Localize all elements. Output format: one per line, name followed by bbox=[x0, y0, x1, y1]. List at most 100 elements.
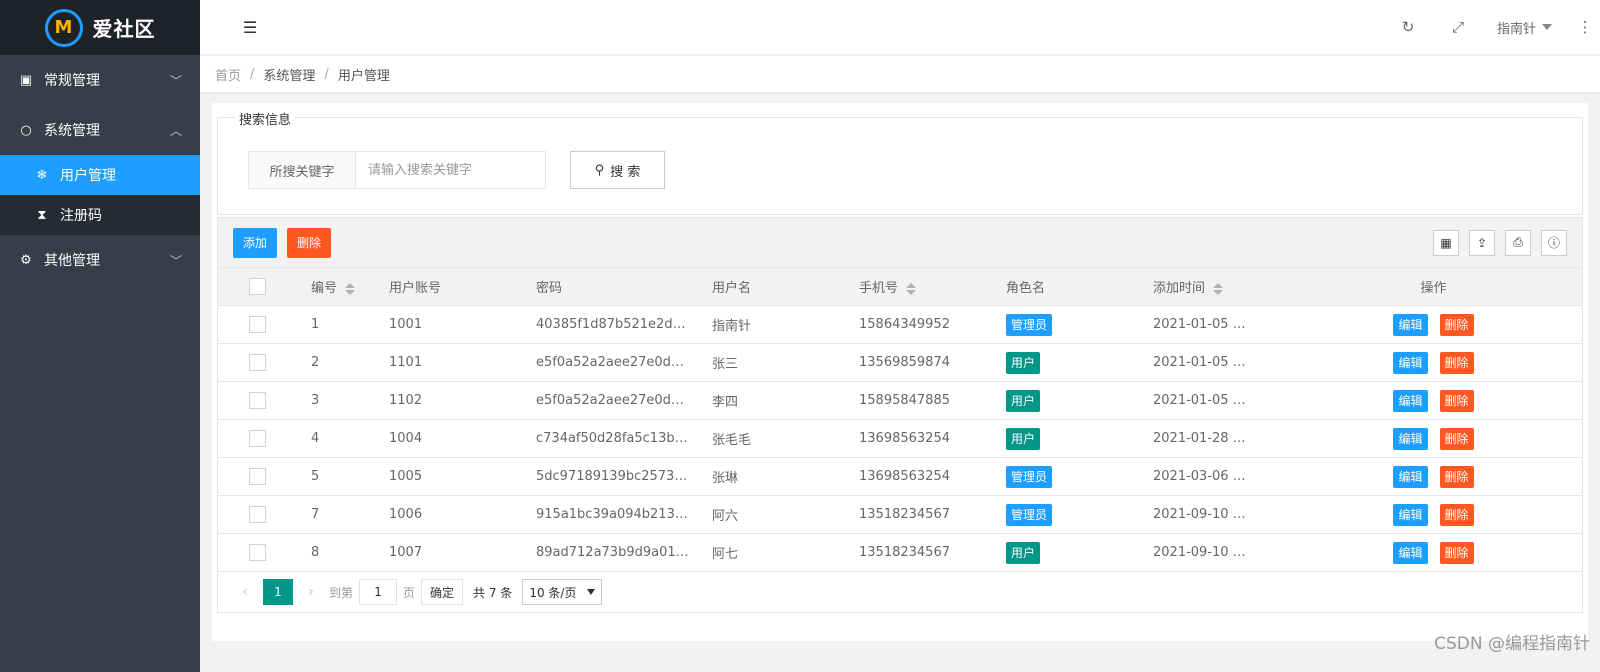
cell-time: 2021-01-28 … bbox=[1153, 431, 1246, 446]
fullscreen-icon[interactable]: ⤢ bbox=[1433, 18, 1483, 36]
batch-delete-button[interactable]: 删除 bbox=[287, 227, 332, 258]
edit-button[interactable]: 编辑 bbox=[1393, 503, 1428, 526]
role-badge: 用户 bbox=[1006, 389, 1041, 412]
cell-id: 1 bbox=[311, 317, 320, 332]
breadcrumb-separator: / bbox=[324, 66, 329, 82]
edit-button[interactable]: 编辑 bbox=[1393, 427, 1428, 450]
column-header-id[interactable]: 编号 bbox=[296, 277, 374, 296]
sort-icon[interactable] bbox=[1213, 282, 1224, 295]
column-header-account: 用户账号 bbox=[389, 281, 442, 296]
page-size-select[interactable]: 10 条/页 bbox=[522, 579, 603, 605]
goto-suffix: 页 bbox=[403, 585, 416, 600]
sidebar-item-registration-code[interactable]: ⧗ 注册码 bbox=[0, 195, 200, 235]
chevron-up-icon: ︿ bbox=[169, 123, 182, 138]
edit-button[interactable]: 编辑 bbox=[1393, 351, 1428, 374]
column-header-phone[interactable]: 手机号 bbox=[844, 277, 991, 296]
sidebar-group-label: 系统管理 bbox=[44, 123, 100, 139]
delete-button[interactable]: 删除 bbox=[1439, 465, 1474, 488]
prev-page-icon[interactable]: ‹ bbox=[233, 584, 257, 600]
delete-button[interactable]: 删除 bbox=[1439, 541, 1474, 564]
sort-icon[interactable] bbox=[906, 282, 917, 295]
print-icon[interactable]: ⎙ bbox=[1505, 229, 1531, 256]
breadcrumb-separator: / bbox=[250, 66, 255, 82]
cell-name: 张三 bbox=[712, 357, 739, 372]
sidebar-group-general[interactable]: ▣ 常规管理 ﹀ bbox=[0, 55, 200, 105]
cell-name: 指南针 bbox=[712, 319, 752, 334]
select-all-checkbox[interactable] bbox=[248, 278, 266, 295]
edit-button[interactable]: 编辑 bbox=[1393, 389, 1428, 412]
watermark: CSDN @编程指南针 bbox=[1434, 634, 1590, 654]
row-checkbox[interactable] bbox=[248, 430, 266, 447]
export-icon[interactable]: ⇪ bbox=[1469, 229, 1495, 256]
delete-button[interactable]: 删除 bbox=[1439, 351, 1474, 374]
delete-button[interactable]: 删除 bbox=[1439, 389, 1474, 412]
cell-time: 2021-01-05 … bbox=[1153, 355, 1246, 370]
pagination: ‹ 1 › 到第 1 页 确定 共 7 条 10 条/页 bbox=[218, 572, 1582, 612]
search-button[interactable]: ⚲ 搜 索 bbox=[570, 151, 665, 189]
cell-id: 8 bbox=[311, 545, 320, 560]
current-page[interactable]: 1 bbox=[263, 579, 293, 605]
cell-id: 3 bbox=[311, 393, 320, 408]
user-menu[interactable]: 指南针 bbox=[1483, 18, 1570, 37]
row-checkbox[interactable] bbox=[248, 316, 266, 333]
row-checkbox[interactable] bbox=[248, 544, 266, 561]
app-title: 爱社区 bbox=[92, 17, 156, 41]
cell-phone: 13698563254 bbox=[859, 431, 950, 446]
search-button-label: 搜 索 bbox=[610, 164, 641, 180]
cell-time: 2021-09-10 … bbox=[1153, 545, 1246, 560]
cell-phone: 13518234567 bbox=[859, 545, 950, 560]
add-button[interactable]: 添加 bbox=[233, 227, 278, 258]
search-input[interactable] bbox=[356, 151, 546, 189]
next-page-icon[interactable]: › bbox=[299, 584, 323, 600]
column-header-password: 密码 bbox=[536, 281, 563, 296]
goto-confirm-button[interactable]: 确定 bbox=[421, 579, 464, 605]
sort-icon[interactable] bbox=[345, 282, 356, 295]
cell-password: 89ad712a73b9d9a01… bbox=[536, 545, 689, 560]
sidebar-group-label: 其他管理 bbox=[44, 253, 100, 269]
row-checkbox[interactable] bbox=[248, 392, 266, 409]
sidebar-item-user-management[interactable]: ❄ 用户管理 bbox=[0, 155, 200, 195]
user-table: 添加 删除 ▦ ⇪ ⎙ ⓘ 编号 用户账号 密码 用户名 手机号 角色名 添加时… bbox=[217, 217, 1583, 613]
edit-button[interactable]: 编辑 bbox=[1393, 313, 1428, 336]
info-icon[interactable]: ⓘ bbox=[1541, 229, 1567, 256]
total-count: 共 7 条 bbox=[473, 585, 513, 600]
cell-id: 5 bbox=[311, 469, 320, 484]
breadcrumb-section[interactable]: 系统管理 bbox=[263, 65, 315, 84]
chevron-down-icon: ﹀ bbox=[169, 253, 182, 268]
goto-page-input[interactable]: 1 bbox=[359, 579, 398, 605]
delete-button[interactable]: 删除 bbox=[1439, 313, 1474, 336]
snowflake-icon: ❄ bbox=[36, 167, 48, 183]
column-header-role: 角色名 bbox=[1006, 281, 1046, 296]
row-checkbox[interactable] bbox=[248, 354, 266, 371]
edit-button[interactable]: 编辑 bbox=[1393, 465, 1428, 488]
sidebar-group-other[interactable]: ⚙ 其他管理 ﹀ bbox=[0, 235, 200, 285]
contacts-icon: ▣ bbox=[19, 72, 33, 88]
search-row: 所搜关键字 ⚲ 搜 索 bbox=[248, 151, 665, 189]
role-badge: 管理员 bbox=[1006, 503, 1053, 526]
cell-id: 7 bbox=[311, 507, 320, 522]
sidebar-group-system[interactable]: ○ 系统管理 ︿ bbox=[0, 105, 200, 155]
columns-icon[interactable]: ▦ bbox=[1433, 229, 1459, 256]
sidebar-item-label: 用户管理 bbox=[60, 168, 116, 184]
refresh-icon[interactable]: ↻ bbox=[1383, 18, 1433, 36]
menu-fold-icon[interactable]: ☰ bbox=[200, 18, 300, 37]
table-row: 5 1005 5dc97189139bc2573… 张琳 13698563254… bbox=[218, 458, 1582, 496]
cell-password: 40385f1d87b521e2d… bbox=[536, 317, 686, 332]
sidebar-item-label: 注册码 bbox=[60, 208, 102, 224]
breadcrumb-home[interactable]: 首页 bbox=[215, 65, 241, 84]
sidebar-group-label: 常规管理 bbox=[44, 73, 100, 89]
table-row: 8 1007 89ad712a73b9d9a01… 阿七 13518234567… bbox=[218, 534, 1582, 572]
edit-button[interactable]: 编辑 bbox=[1393, 541, 1428, 564]
delete-button[interactable]: 删除 bbox=[1439, 427, 1474, 450]
delete-button[interactable]: 删除 bbox=[1439, 503, 1474, 526]
row-checkbox[interactable] bbox=[248, 468, 266, 485]
more-vertical-icon[interactable]: ⋮ bbox=[1570, 18, 1600, 36]
column-header-time[interactable]: 添加时间 bbox=[1138, 277, 1285, 296]
cell-time: 2021-09-10 … bbox=[1153, 507, 1246, 522]
cell-account: 1004 bbox=[389, 431, 423, 446]
cell-time: 2021-01-05 … bbox=[1153, 393, 1246, 408]
row-checkbox[interactable] bbox=[248, 506, 266, 523]
logo[interactable]: M 爱社区 bbox=[0, 0, 200, 55]
cell-password: 5dc97189139bc2573… bbox=[536, 469, 688, 484]
cell-account: 1001 bbox=[389, 317, 423, 332]
